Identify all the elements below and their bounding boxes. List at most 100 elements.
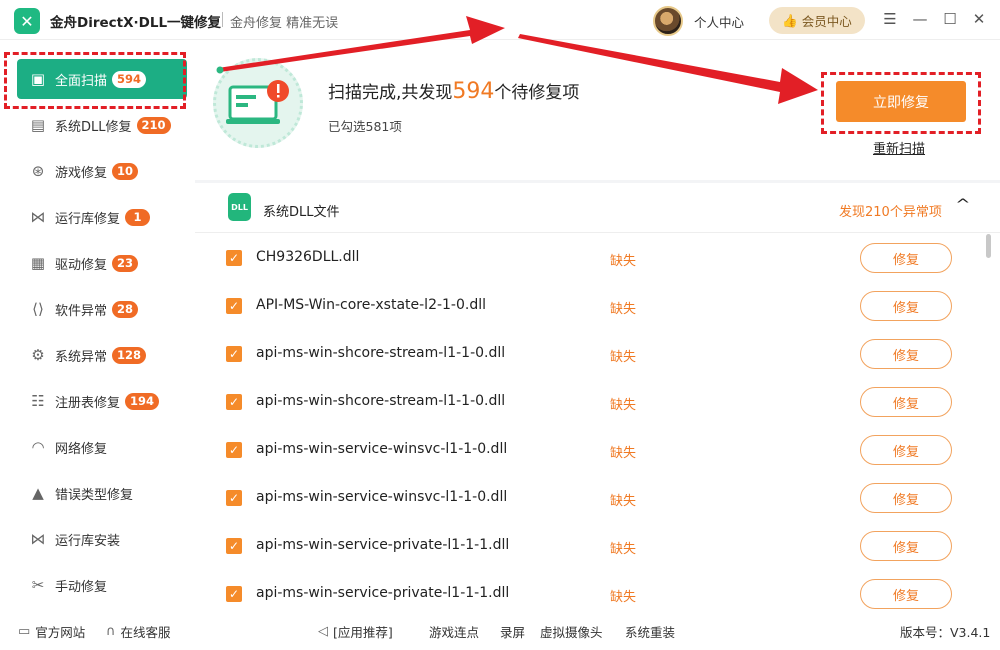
app-slogan: 金舟修复 精准无误: [230, 16, 339, 31]
repair-button[interactable]: 修复: [860, 531, 952, 561]
sidebar-item-label: 软件异常: [55, 303, 108, 319]
file-name: API-MS-Win-core-xstate-l2-1-0.dll: [256, 297, 487, 313]
checkbox[interactable]: ✓: [226, 442, 242, 458]
list-item: ✓ api-ms-win-service-private-l1-1-1.dll …: [195, 522, 985, 570]
checkbox[interactable]: ✓: [226, 490, 242, 506]
repair-button[interactable]: 修复: [860, 579, 952, 609]
file-name: api-ms-win-shcore-stream-l1-1-0.dll: [256, 393, 506, 409]
sidebar-item-label: 网络修复: [55, 441, 108, 457]
list-icon: ☷: [31, 392, 45, 410]
list-item: ✓ api-ms-win-service-private-l1-1-1.dll …: [195, 570, 985, 610]
close-icon[interactable]: ✕: [968, 8, 990, 30]
scrollbar[interactable]: [986, 234, 991, 258]
repair-button[interactable]: 修复: [860, 339, 952, 369]
thumbs-up-icon: 👍: [782, 12, 798, 28]
checkbox[interactable]: ✓: [226, 298, 242, 314]
sidebar-item-full-scan[interactable]: ▣ 全面扫描 594: [17, 59, 187, 99]
code-window-icon: ⟨⟩: [32, 300, 44, 318]
chevron-up-icon[interactable]: ^: [955, 197, 970, 213]
sidebar-item-manual[interactable]: ✂ 手动修复: [17, 565, 187, 605]
count-badge: 28: [112, 300, 139, 318]
section-header[interactable]: DLL 系统DLL文件 发现210个异常项 ^: [195, 183, 1000, 233]
maximize-icon[interactable]: ☐: [939, 8, 961, 30]
online-service-link[interactable]: ∩ 在线客服: [106, 622, 171, 641]
recommend-item[interactable]: 游戏连点: [429, 622, 479, 641]
sidebar-item-error-type[interactable]: ▲ 错误类型修复: [17, 473, 187, 513]
list-item: ✓ api-ms-win-service-winsvc-l1-1-0.dll 缺…: [195, 474, 985, 522]
results-panel: DLL 系统DLL文件 发现210个异常项 ^ ✓ CH9326DLL.dll …: [195, 183, 1000, 610]
title-divider: [222, 12, 223, 27]
sidebar-item-game[interactable]: ⊛ 游戏修复 10: [17, 151, 187, 191]
sidebar-item-system-dll[interactable]: ▤ 系统DLL修复 210: [17, 105, 187, 145]
sidebar-item-driver[interactable]: ▦ 驱动修复 23: [17, 243, 187, 283]
vip-center-button[interactable]: 👍 会员中心: [769, 7, 865, 34]
tools-icon: ✂: [31, 576, 45, 594]
sidebar-item-system[interactable]: ⚙ 系统异常 128: [17, 335, 187, 375]
issue-count: 594: [452, 79, 495, 104]
count-badge: 210: [136, 116, 171, 134]
file-name: api-ms-win-service-winsvc-l1-1-0.dll: [256, 441, 508, 457]
file-status: 缺失: [610, 446, 637, 461]
recommend-item[interactable]: 虚拟摄像头: [540, 622, 603, 641]
file-list: ✓ CH9326DLL.dll 缺失 修复 ✓ API-MS-Win-core-…: [195, 234, 1000, 610]
file-name: CH9326DLL.dll: [256, 249, 360, 265]
repair-button[interactable]: 修复: [860, 483, 952, 513]
avatar[interactable]: [653, 6, 683, 36]
megaphone-icon: ◁: [318, 624, 328, 639]
gear-icon: ⚙: [31, 346, 45, 364]
chip-icon: ▦: [30, 254, 46, 272]
profile-link[interactable]: 个人中心: [694, 12, 744, 31]
visual-studio-icon: ⋈: [30, 530, 46, 548]
recommend-label: [应用推荐]: [333, 625, 393, 640]
list-item: ✓ CH9326DLL.dll 缺失 修复: [195, 234, 985, 282]
sidebar-item-software[interactable]: ⟨⟩ 软件异常 28: [17, 289, 187, 329]
checkbox[interactable]: ✓: [226, 586, 242, 602]
rescan-link[interactable]: 重新扫描: [873, 138, 925, 157]
gamepad-icon: ⊛: [31, 162, 45, 180]
list-item: ✓ API-MS-Win-core-xstate-l2-1-0.dll 缺失 修…: [195, 282, 985, 330]
menu-icon[interactable]: ☰: [879, 8, 901, 30]
sidebar-item-network[interactable]: ◠ 网络修复: [17, 427, 187, 467]
sidebar: ▣ 全面扫描 594 ▤ 系统DLL修复 210 ⊛ 游戏修复 10 ⋈ 运行库…: [0, 40, 195, 610]
repair-button[interactable]: 修复: [860, 435, 952, 465]
section-title: 系统DLL文件: [263, 205, 340, 220]
repair-now-button[interactable]: 立即修复: [836, 81, 966, 122]
file-status: 缺失: [610, 590, 637, 605]
scan-result-illustration: [213, 58, 303, 148]
checkbox[interactable]: ✓: [226, 394, 242, 410]
sidebar-item-label: 注册表修复: [55, 395, 121, 411]
checkbox[interactable]: ✓: [226, 250, 242, 266]
sidebar-item-runtime-install[interactable]: ⋈ 运行库安装: [17, 519, 187, 559]
title-bar: ✕ 金舟DirectX·DLL一键修复 金舟修复 精准无误 个人中心 👍 会员中…: [0, 0, 1000, 40]
scan-icon: ▣: [30, 70, 46, 88]
file-status: 缺失: [610, 542, 637, 557]
scan-summary: 扫描完成,共发现 594 个待修复项 已勾选581项 立即修复 重新扫描: [195, 40, 1000, 180]
wifi-icon: ◠: [31, 438, 45, 456]
app-recommend: ◁ [应用推荐]: [318, 622, 393, 641]
online-service-label: 在线客服: [120, 625, 171, 640]
checkbox[interactable]: ✓: [226, 538, 242, 554]
warning-icon: ▲: [32, 484, 44, 502]
sidebar-item-runtime[interactable]: ⋈ 运行库修复 1: [17, 197, 187, 237]
list-item: ✓ api-ms-win-shcore-stream-l1-1-0.dll 缺失…: [195, 378, 985, 426]
repair-button[interactable]: 修复: [860, 243, 952, 273]
file-name: api-ms-win-shcore-stream-l1-1-0.dll: [256, 345, 506, 361]
sidebar-item-label: 运行库修复: [55, 211, 121, 227]
sidebar-item-registry[interactable]: ☷ 注册表修复 194: [17, 381, 187, 421]
count-badge: 194: [125, 392, 160, 410]
file-name: api-ms-win-service-private-l1-1-1.dll: [256, 585, 510, 601]
recommend-item[interactable]: 录屏: [500, 622, 525, 641]
version-label: 版本号：V3.4.1: [900, 625, 991, 640]
repair-button[interactable]: 修复: [860, 291, 952, 321]
minimize-icon[interactable]: —: [909, 8, 931, 30]
monitor-icon: ▭: [18, 624, 31, 639]
visual-studio-icon: ⋈: [30, 208, 46, 226]
official-site-link[interactable]: ▭ 官方网站: [18, 622, 85, 641]
selected-count: 已勾选581项: [328, 119, 402, 134]
summary-title: 扫描完成,共发现 594 个待修复项: [328, 78, 579, 104]
checkbox[interactable]: ✓: [226, 346, 242, 362]
recommend-item[interactable]: 系统重装: [625, 622, 675, 641]
sidebar-item-label: 运行库安装: [55, 533, 121, 549]
file-status: 缺失: [610, 398, 637, 413]
repair-button[interactable]: 修复: [860, 387, 952, 417]
